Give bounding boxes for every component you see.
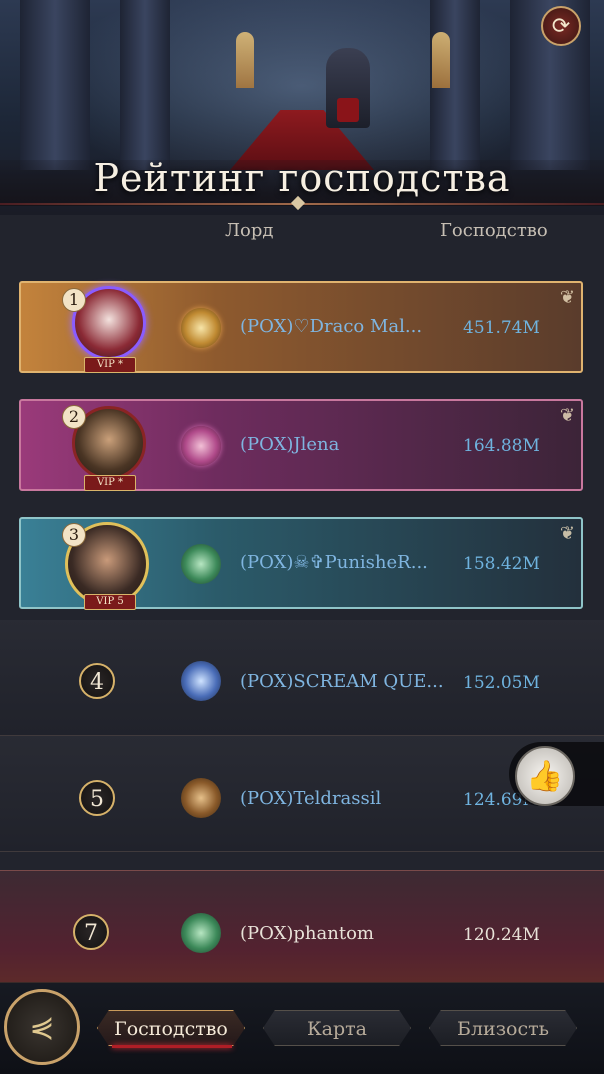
lord-name[interactable]: (POX)phantom (240, 923, 374, 944)
pillar-left (20, 0, 90, 170)
dominance-score: 164.88M (463, 436, 540, 456)
column-header-lord: Лорд (225, 220, 274, 241)
lord-name[interactable]: (POX)Teldrassil (240, 788, 381, 809)
rank-number: 4 (79, 663, 115, 699)
refresh-button[interactable]: ⟳ (541, 6, 581, 46)
row-divider (0, 851, 604, 852)
dominance-score: 152.05M (463, 673, 540, 693)
clan-emblem-icon (181, 426, 221, 466)
refresh-icon: ⟳ (551, 13, 571, 39)
tab-intimacy[interactable]: Близость (429, 1010, 577, 1046)
dominance-score: 158.42M (463, 554, 540, 574)
vip-badge: VIP * (84, 357, 136, 373)
vip-badge: VIP 5 (84, 594, 136, 610)
clan-emblem-icon (181, 308, 221, 348)
clan-emblem-icon (181, 544, 221, 584)
clan-emblem-icon (181, 661, 221, 701)
clan-emblem-icon (181, 913, 221, 953)
menu-button[interactable]: ⋞ (4, 989, 80, 1065)
vip-badge: VIP * (84, 475, 136, 491)
rank-number: 5 (79, 780, 115, 816)
dominance-score: 120.24M (463, 925, 540, 945)
lord-name[interactable]: (POX)♡Draco Mal... (240, 316, 422, 337)
corner-ornament-icon: ❦ (559, 405, 575, 426)
menu-emblem-icon: ⋞ (29, 1009, 55, 1045)
column-header-dominance: Господство (440, 220, 548, 241)
lord-name[interactable]: (POX)Jlena (240, 434, 339, 455)
rank-badge: 3 (62, 523, 86, 547)
pillar-left-inner (120, 0, 170, 170)
active-tab-indicator (112, 1045, 232, 1048)
clan-emblem-icon (181, 778, 221, 818)
lord-name[interactable]: (POX)☠✞PunisheR... (240, 552, 428, 573)
rank-badge: 1 (62, 288, 86, 312)
window-right (432, 32, 450, 88)
tab-map[interactable]: Карта (263, 1010, 411, 1046)
dominance-score: 451.74M (463, 318, 540, 338)
thumbs-up-icon: 👍 (526, 758, 564, 794)
corner-ornament-icon: ❦ (559, 287, 575, 308)
rank-badge: 2 (62, 405, 86, 429)
lord-name[interactable]: (POX)SCREAM QUE... (240, 671, 444, 692)
rank-number: 7 (73, 914, 109, 950)
window-left (236, 32, 254, 88)
like-button[interactable]: 👍 (515, 746, 575, 806)
tab-dominance[interactable]: Господство (97, 1010, 245, 1046)
bottom-nav: ⋞ Господство Карта Близость (0, 982, 604, 1074)
throne-seat (337, 98, 359, 122)
corner-ornament-icon: ❦ (559, 523, 575, 544)
page-title: Рейтинг господства (93, 156, 511, 200)
like-panel: 👍 (509, 742, 604, 806)
